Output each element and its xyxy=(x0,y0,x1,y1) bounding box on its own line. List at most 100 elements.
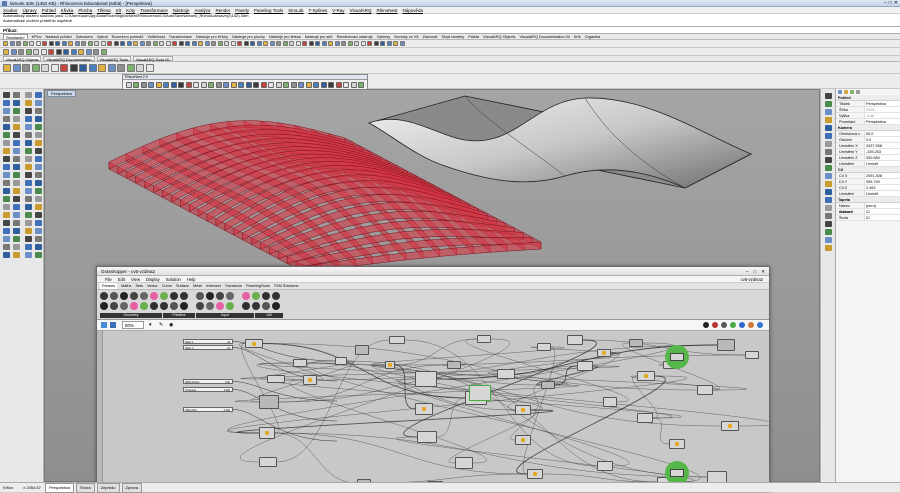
left-tool-icon[interactable] xyxy=(3,252,10,258)
left-tool-icon[interactable] xyxy=(25,204,32,210)
toolbar-tool-icon[interactable] xyxy=(367,41,372,46)
toolbar-tool-icon[interactable] xyxy=(48,41,54,46)
toolbar-tab[interactable]: Zobrazení xyxy=(76,34,93,39)
gh-tab[interactable]: Surface xyxy=(176,283,189,289)
toolbar-tool-icon[interactable] xyxy=(250,41,255,46)
right-tool-icon[interactable] xyxy=(825,229,832,235)
gh-component[interactable] xyxy=(477,335,491,343)
left-tool-icon[interactable] xyxy=(3,148,10,154)
left-tool-icon[interactable] xyxy=(13,172,20,178)
property-value[interactable]: 3437.558 xyxy=(864,143,900,148)
property-value[interactable]: 2591.308 xyxy=(864,173,900,178)
toolbar-tool-icon[interactable] xyxy=(328,41,333,46)
gh-tab[interactable]: Curve xyxy=(162,283,172,289)
visualarq-tab[interactable]: VisualARQ Tools xyxy=(96,56,131,62)
left-tool-icon[interactable] xyxy=(25,132,32,138)
gh-ribbon-group[interactable]: Input xyxy=(196,313,254,318)
left-tool-icon[interactable] xyxy=(3,188,10,194)
toolbar-tool-icon[interactable] xyxy=(18,48,24,55)
toolbar-tool-icon[interactable] xyxy=(40,48,47,55)
gh-menu-item[interactable]: Edit xyxy=(118,276,125,282)
toolbar-tab[interactable]: KPlov xyxy=(32,34,42,39)
left-tool-icon[interactable] xyxy=(3,212,10,218)
left-tool-icon[interactable] xyxy=(13,108,20,114)
property-value[interactable]: Perspektiva xyxy=(864,101,900,106)
toolbar-tool-icon[interactable] xyxy=(204,41,210,46)
left-tool-icon[interactable] xyxy=(25,92,32,98)
toolbar-tool-icon[interactable] xyxy=(230,41,236,46)
toolbar-tool-icon[interactable] xyxy=(107,41,112,46)
left-tool-icon[interactable] xyxy=(35,196,42,202)
gh-display-icon[interactable] xyxy=(730,322,736,328)
left-tool-icon[interactable] xyxy=(35,212,42,218)
left-tool-icon[interactable] xyxy=(13,212,20,218)
toolbar-tool-icon[interactable] xyxy=(120,41,125,46)
menu-item[interactable]: Paneling Tools xyxy=(254,7,283,13)
gh-component-icon[interactable] xyxy=(140,292,148,300)
gh-minimize-button[interactable]: – xyxy=(746,267,749,276)
toolbar-tool-icon[interactable] xyxy=(42,41,47,46)
left-tool-icon[interactable] xyxy=(3,108,10,114)
toolbar-tool-icon[interactable] xyxy=(224,41,229,46)
gh-tab[interactable]: Vector xyxy=(147,283,158,289)
left-tool-icon[interactable] xyxy=(13,228,20,234)
left-tool-icon[interactable] xyxy=(13,188,20,194)
property-value[interactable]: 50.0 xyxy=(864,131,900,136)
left-tool-icon[interactable] xyxy=(25,228,32,234)
toolbar-tool-icon[interactable] xyxy=(98,63,106,72)
gh-tab[interactable]: Sets xyxy=(135,283,143,289)
gh-component-icon[interactable] xyxy=(120,292,128,300)
toolbar-tool-icon[interactable] xyxy=(55,41,60,46)
left-tool-icon[interactable] xyxy=(3,228,10,234)
toolbar-tool-icon[interactable] xyxy=(50,63,59,72)
toolbar-tool-icon[interactable] xyxy=(22,63,30,72)
gh-component-icon[interactable] xyxy=(170,292,178,300)
gh-component-icon[interactable] xyxy=(272,292,280,300)
left-tool-icon[interactable] xyxy=(3,92,10,98)
object-props-icon[interactable] xyxy=(838,90,842,94)
gh-tab[interactable]: Transform xyxy=(225,283,242,289)
left-tool-icon[interactable] xyxy=(35,220,42,226)
right-tool-icon[interactable] xyxy=(825,213,832,219)
left-tool-icon[interactable] xyxy=(35,148,42,154)
toolbar-tool-icon[interactable] xyxy=(354,41,359,46)
toolbar-tool-icon[interactable] xyxy=(282,41,288,46)
toolbar-tool-icon[interactable] xyxy=(191,41,197,46)
preview-icon[interactable]: ◉ xyxy=(169,322,173,328)
property-value[interactable]: Umístit xyxy=(864,161,900,166)
left-tool-icon[interactable] xyxy=(3,180,10,186)
left-tool-icon[interactable] xyxy=(35,108,42,114)
rhinonest-tool-icon[interactable] xyxy=(283,82,290,88)
left-tool-icon[interactable] xyxy=(3,124,10,130)
gh-component-icon[interactable] xyxy=(262,292,270,300)
gh-component[interactable] xyxy=(745,351,759,359)
right-tool-icon[interactable] xyxy=(825,245,832,251)
left-tool-icon[interactable] xyxy=(25,124,32,130)
gh-component[interactable] xyxy=(603,397,617,407)
rhinonest-tool-icon[interactable] xyxy=(133,82,140,88)
gh-menu-item[interactable]: Help xyxy=(187,276,196,282)
left-tool-icon[interactable] xyxy=(3,140,10,146)
right-tool-icon[interactable] xyxy=(825,117,832,123)
rhinonest-tool-icon[interactable] xyxy=(223,82,230,88)
toolbar-tool-icon[interactable] xyxy=(178,41,184,46)
gh-component[interactable] xyxy=(537,343,551,351)
gh-component[interactable] xyxy=(267,375,285,383)
toolbar-tool-icon[interactable] xyxy=(276,41,281,46)
gh-component-icon[interactable] xyxy=(110,292,118,300)
rhinonest-tool-icon[interactable] xyxy=(230,82,237,88)
toolbar-tool-icon[interactable] xyxy=(3,48,9,55)
gh-component[interactable] xyxy=(697,385,713,395)
gh-component[interactable] xyxy=(577,361,593,371)
toolbar-tool-icon[interactable] xyxy=(237,41,242,46)
left-tool-icon[interactable] xyxy=(3,132,10,138)
left-tool-icon[interactable] xyxy=(3,204,10,210)
rhinonest-tool-icon[interactable] xyxy=(163,82,170,88)
toolbar-tool-icon[interactable] xyxy=(35,41,41,46)
left-tool-icon[interactable] xyxy=(13,252,20,258)
left-tool-icon[interactable] xyxy=(13,148,20,154)
right-tool-icon[interactable] xyxy=(825,237,832,243)
close-button[interactable]: ✕ xyxy=(894,0,898,7)
toolbar-tool-icon[interactable] xyxy=(69,63,78,72)
left-tool-icon[interactable] xyxy=(35,92,42,98)
